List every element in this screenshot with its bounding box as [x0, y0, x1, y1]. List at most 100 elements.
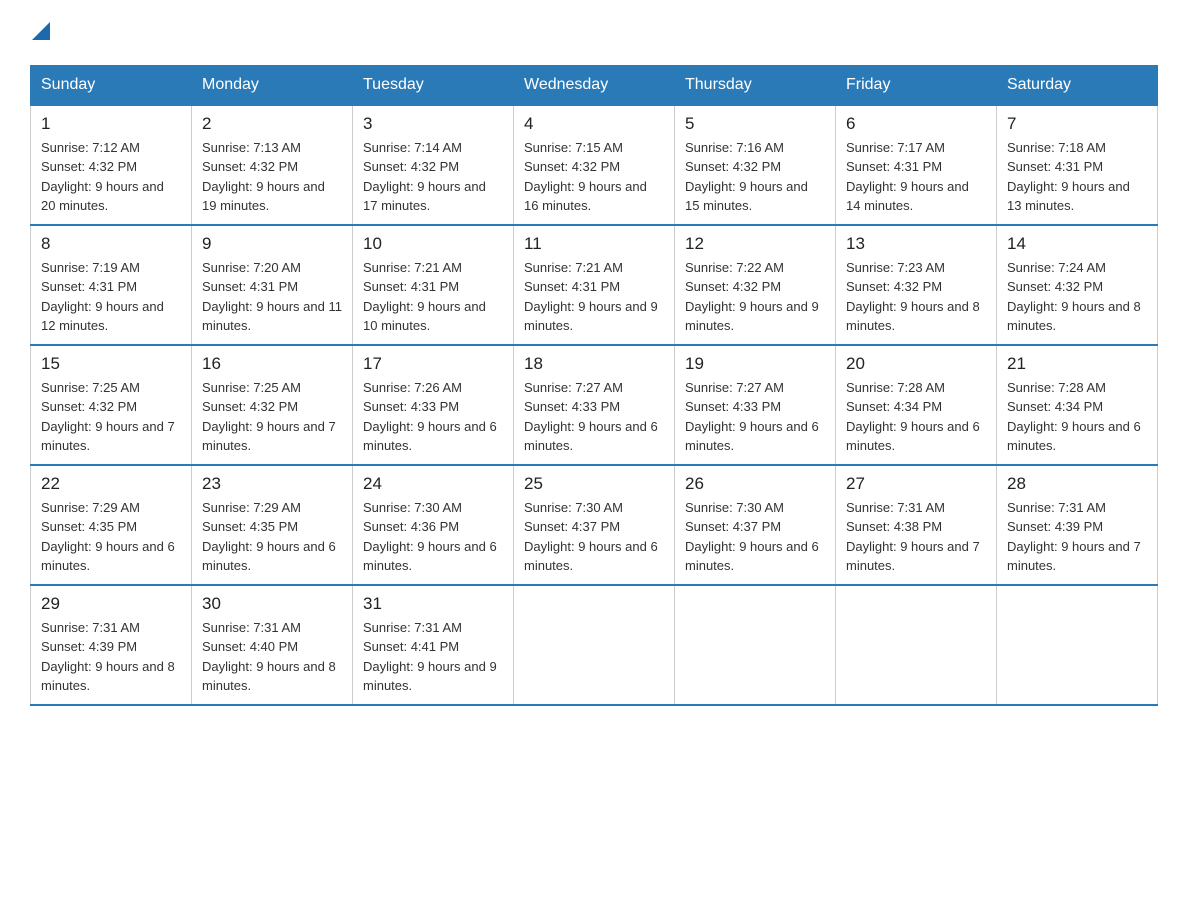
calendar-week-row: 1 Sunrise: 7:12 AM Sunset: 4:32 PM Dayli… [31, 105, 1158, 225]
day-number: 30 [202, 594, 342, 614]
day-info: Sunrise: 7:28 AM Sunset: 4:34 PM Dayligh… [1007, 378, 1147, 456]
day-info: Sunrise: 7:16 AM Sunset: 4:32 PM Dayligh… [685, 138, 825, 216]
header-friday: Friday [836, 65, 997, 105]
day-info: Sunrise: 7:30 AM Sunset: 4:37 PM Dayligh… [524, 498, 664, 576]
day-number: 22 [41, 474, 181, 494]
calendar-cell: 7 Sunrise: 7:18 AM Sunset: 4:31 PM Dayli… [997, 105, 1158, 225]
day-number: 6 [846, 114, 986, 134]
calendar-cell: 8 Sunrise: 7:19 AM Sunset: 4:31 PM Dayli… [31, 225, 192, 345]
header-monday: Monday [192, 65, 353, 105]
day-number: 7 [1007, 114, 1147, 134]
day-info: Sunrise: 7:27 AM Sunset: 4:33 PM Dayligh… [685, 378, 825, 456]
header-tuesday: Tuesday [353, 65, 514, 105]
calendar-table: Sunday Monday Tuesday Wednesday Thursday… [30, 65, 1158, 706]
day-info: Sunrise: 7:14 AM Sunset: 4:32 PM Dayligh… [363, 138, 503, 216]
calendar-cell: 1 Sunrise: 7:12 AM Sunset: 4:32 PM Dayli… [31, 105, 192, 225]
calendar-cell: 3 Sunrise: 7:14 AM Sunset: 4:32 PM Dayli… [353, 105, 514, 225]
day-number: 10 [363, 234, 503, 254]
calendar-cell: 17 Sunrise: 7:26 AM Sunset: 4:33 PM Dayl… [353, 345, 514, 465]
logo [30, 20, 50, 45]
day-info: Sunrise: 7:27 AM Sunset: 4:33 PM Dayligh… [524, 378, 664, 456]
day-info: Sunrise: 7:25 AM Sunset: 4:32 PM Dayligh… [202, 378, 342, 456]
calendar-cell: 11 Sunrise: 7:21 AM Sunset: 4:31 PM Dayl… [514, 225, 675, 345]
day-info: Sunrise: 7:21 AM Sunset: 4:31 PM Dayligh… [524, 258, 664, 336]
day-info: Sunrise: 7:29 AM Sunset: 4:35 PM Dayligh… [41, 498, 181, 576]
calendar-cell: 18 Sunrise: 7:27 AM Sunset: 4:33 PM Dayl… [514, 345, 675, 465]
day-info: Sunrise: 7:26 AM Sunset: 4:33 PM Dayligh… [363, 378, 503, 456]
day-number: 16 [202, 354, 342, 374]
calendar-cell: 9 Sunrise: 7:20 AM Sunset: 4:31 PM Dayli… [192, 225, 353, 345]
calendar-cell: 28 Sunrise: 7:31 AM Sunset: 4:39 PM Dayl… [997, 465, 1158, 585]
calendar-week-row: 29 Sunrise: 7:31 AM Sunset: 4:39 PM Dayl… [31, 585, 1158, 705]
day-number: 14 [1007, 234, 1147, 254]
calendar-cell: 22 Sunrise: 7:29 AM Sunset: 4:35 PM Dayl… [31, 465, 192, 585]
calendar-cell: 26 Sunrise: 7:30 AM Sunset: 4:37 PM Dayl… [675, 465, 836, 585]
day-info: Sunrise: 7:13 AM Sunset: 4:32 PM Dayligh… [202, 138, 342, 216]
calendar-cell: 19 Sunrise: 7:27 AM Sunset: 4:33 PM Dayl… [675, 345, 836, 465]
day-info: Sunrise: 7:29 AM Sunset: 4:35 PM Dayligh… [202, 498, 342, 576]
calendar-cell: 20 Sunrise: 7:28 AM Sunset: 4:34 PM Dayl… [836, 345, 997, 465]
day-number: 27 [846, 474, 986, 494]
calendar-cell: 29 Sunrise: 7:31 AM Sunset: 4:39 PM Dayl… [31, 585, 192, 705]
day-number: 15 [41, 354, 181, 374]
calendar-cell: 14 Sunrise: 7:24 AM Sunset: 4:32 PM Dayl… [997, 225, 1158, 345]
day-number: 4 [524, 114, 664, 134]
calendar-cell: 4 Sunrise: 7:15 AM Sunset: 4:32 PM Dayli… [514, 105, 675, 225]
day-info: Sunrise: 7:23 AM Sunset: 4:32 PM Dayligh… [846, 258, 986, 336]
day-number: 21 [1007, 354, 1147, 374]
day-info: Sunrise: 7:12 AM Sunset: 4:32 PM Dayligh… [41, 138, 181, 216]
day-info: Sunrise: 7:22 AM Sunset: 4:32 PM Dayligh… [685, 258, 825, 336]
logo-triangle-icon [32, 22, 50, 40]
calendar-cell: 6 Sunrise: 7:17 AM Sunset: 4:31 PM Dayli… [836, 105, 997, 225]
calendar-cell: 12 Sunrise: 7:22 AM Sunset: 4:32 PM Dayl… [675, 225, 836, 345]
day-number: 12 [685, 234, 825, 254]
calendar-cell: 23 Sunrise: 7:29 AM Sunset: 4:35 PM Dayl… [192, 465, 353, 585]
calendar-cell: 24 Sunrise: 7:30 AM Sunset: 4:36 PM Dayl… [353, 465, 514, 585]
day-info: Sunrise: 7:17 AM Sunset: 4:31 PM Dayligh… [846, 138, 986, 216]
calendar-week-row: 8 Sunrise: 7:19 AM Sunset: 4:31 PM Dayli… [31, 225, 1158, 345]
header-thursday: Thursday [675, 65, 836, 105]
day-number: 26 [685, 474, 825, 494]
day-info: Sunrise: 7:19 AM Sunset: 4:31 PM Dayligh… [41, 258, 181, 336]
day-info: Sunrise: 7:31 AM Sunset: 4:39 PM Dayligh… [41, 618, 181, 696]
day-number: 17 [363, 354, 503, 374]
day-info: Sunrise: 7:28 AM Sunset: 4:34 PM Dayligh… [846, 378, 986, 456]
day-info: Sunrise: 7:15 AM Sunset: 4:32 PM Dayligh… [524, 138, 664, 216]
header-sunday: Sunday [31, 65, 192, 105]
day-number: 1 [41, 114, 181, 134]
day-number: 3 [363, 114, 503, 134]
calendar-cell: 21 Sunrise: 7:28 AM Sunset: 4:34 PM Dayl… [997, 345, 1158, 465]
day-number: 24 [363, 474, 503, 494]
day-number: 9 [202, 234, 342, 254]
day-number: 20 [846, 354, 986, 374]
day-info: Sunrise: 7:30 AM Sunset: 4:37 PM Dayligh… [685, 498, 825, 576]
day-info: Sunrise: 7:18 AM Sunset: 4:31 PM Dayligh… [1007, 138, 1147, 216]
day-info: Sunrise: 7:31 AM Sunset: 4:41 PM Dayligh… [363, 618, 503, 696]
day-info: Sunrise: 7:25 AM Sunset: 4:32 PM Dayligh… [41, 378, 181, 456]
calendar-cell: 2 Sunrise: 7:13 AM Sunset: 4:32 PM Dayli… [192, 105, 353, 225]
calendar-week-row: 15 Sunrise: 7:25 AM Sunset: 4:32 PM Dayl… [31, 345, 1158, 465]
calendar-cell: 15 Sunrise: 7:25 AM Sunset: 4:32 PM Dayl… [31, 345, 192, 465]
day-number: 13 [846, 234, 986, 254]
calendar-cell [675, 585, 836, 705]
day-info: Sunrise: 7:24 AM Sunset: 4:32 PM Dayligh… [1007, 258, 1147, 336]
day-number: 19 [685, 354, 825, 374]
calendar-cell [997, 585, 1158, 705]
calendar-header-row: Sunday Monday Tuesday Wednesday Thursday… [31, 65, 1158, 105]
calendar-cell: 10 Sunrise: 7:21 AM Sunset: 4:31 PM Dayl… [353, 225, 514, 345]
calendar-cell [836, 585, 997, 705]
day-number: 23 [202, 474, 342, 494]
calendar-cell: 30 Sunrise: 7:31 AM Sunset: 4:40 PM Dayl… [192, 585, 353, 705]
day-info: Sunrise: 7:31 AM Sunset: 4:40 PM Dayligh… [202, 618, 342, 696]
day-number: 11 [524, 234, 664, 254]
calendar-cell: 25 Sunrise: 7:30 AM Sunset: 4:37 PM Dayl… [514, 465, 675, 585]
day-number: 5 [685, 114, 825, 134]
day-number: 2 [202, 114, 342, 134]
header-wednesday: Wednesday [514, 65, 675, 105]
calendar-cell: 27 Sunrise: 7:31 AM Sunset: 4:38 PM Dayl… [836, 465, 997, 585]
day-info: Sunrise: 7:31 AM Sunset: 4:38 PM Dayligh… [846, 498, 986, 576]
header-saturday: Saturday [997, 65, 1158, 105]
day-number: 28 [1007, 474, 1147, 494]
day-info: Sunrise: 7:30 AM Sunset: 4:36 PM Dayligh… [363, 498, 503, 576]
day-info: Sunrise: 7:20 AM Sunset: 4:31 PM Dayligh… [202, 258, 342, 336]
